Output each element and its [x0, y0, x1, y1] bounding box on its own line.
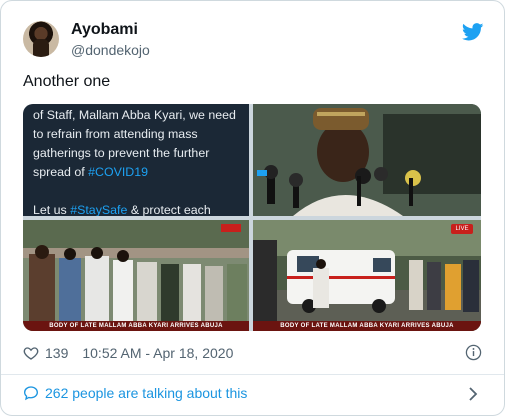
chevron-right-icon[interactable]: [468, 387, 478, 401]
author-handle[interactable]: @dondekojo: [71, 42, 150, 58]
author-name[interactable]: Ayobami: [71, 21, 138, 39]
heart-icon[interactable]: [23, 345, 39, 361]
media-quote-image[interactable]: of Staff, Mallam Abba Kyari, we need to …: [23, 104, 249, 216]
media-press-briefing-image[interactable]: [253, 104, 481, 216]
media-ambulance-image[interactable]: LIVE BODY OF LATE MALLAM ABBA KYARI ARRI…: [253, 220, 481, 331]
media-grid[interactable]: of Staff, Mallam Abba Kyari, we need to …: [23, 104, 481, 331]
live-badge: LIVE: [451, 224, 473, 234]
quote-text: of Staff, Mallam Abba Kyari, we need to …: [33, 108, 236, 216]
like-count[interactable]: 139: [45, 345, 68, 361]
hashtag-staysafe: #StaySafe: [70, 203, 128, 216]
twitter-bird-icon[interactable]: [462, 23, 484, 41]
news-ticker-2: BODY OF LATE MALLAM ABBA KYARI ARRIVES A…: [253, 321, 481, 331]
comment-bubble-icon: [23, 386, 39, 401]
tweet-card[interactable]: Ayobami @dondekojo Another one of Staff,…: [0, 0, 505, 416]
tweet-meta: 139 10:52 AM - Apr 18, 2020: [23, 343, 233, 363]
ambulance-photo: [253, 220, 481, 331]
funeral-crowd-photo: [23, 220, 249, 331]
conversation-link[interactable]: 262 people are talking about this: [23, 385, 247, 401]
media-funeral-crowd-image[interactable]: BODY OF LATE MALLAM ABBA KYARI ARRIVES A…: [23, 220, 249, 331]
conversation-text: 262 people are talking about this: [45, 385, 248, 401]
divider: [1, 374, 504, 375]
press-briefing-photo: [253, 104, 481, 216]
hashtag-covid: #COVID19: [88, 165, 149, 179]
info-icon[interactable]: [465, 344, 482, 361]
timestamp[interactable]: 10:52 AM - Apr 18, 2020: [82, 345, 233, 361]
avatar[interactable]: [23, 21, 59, 57]
news-ticker: BODY OF LATE MALLAM ABBA KYARI ARRIVES A…: [23, 321, 249, 331]
tweet-text: Another one: [23, 73, 111, 90]
